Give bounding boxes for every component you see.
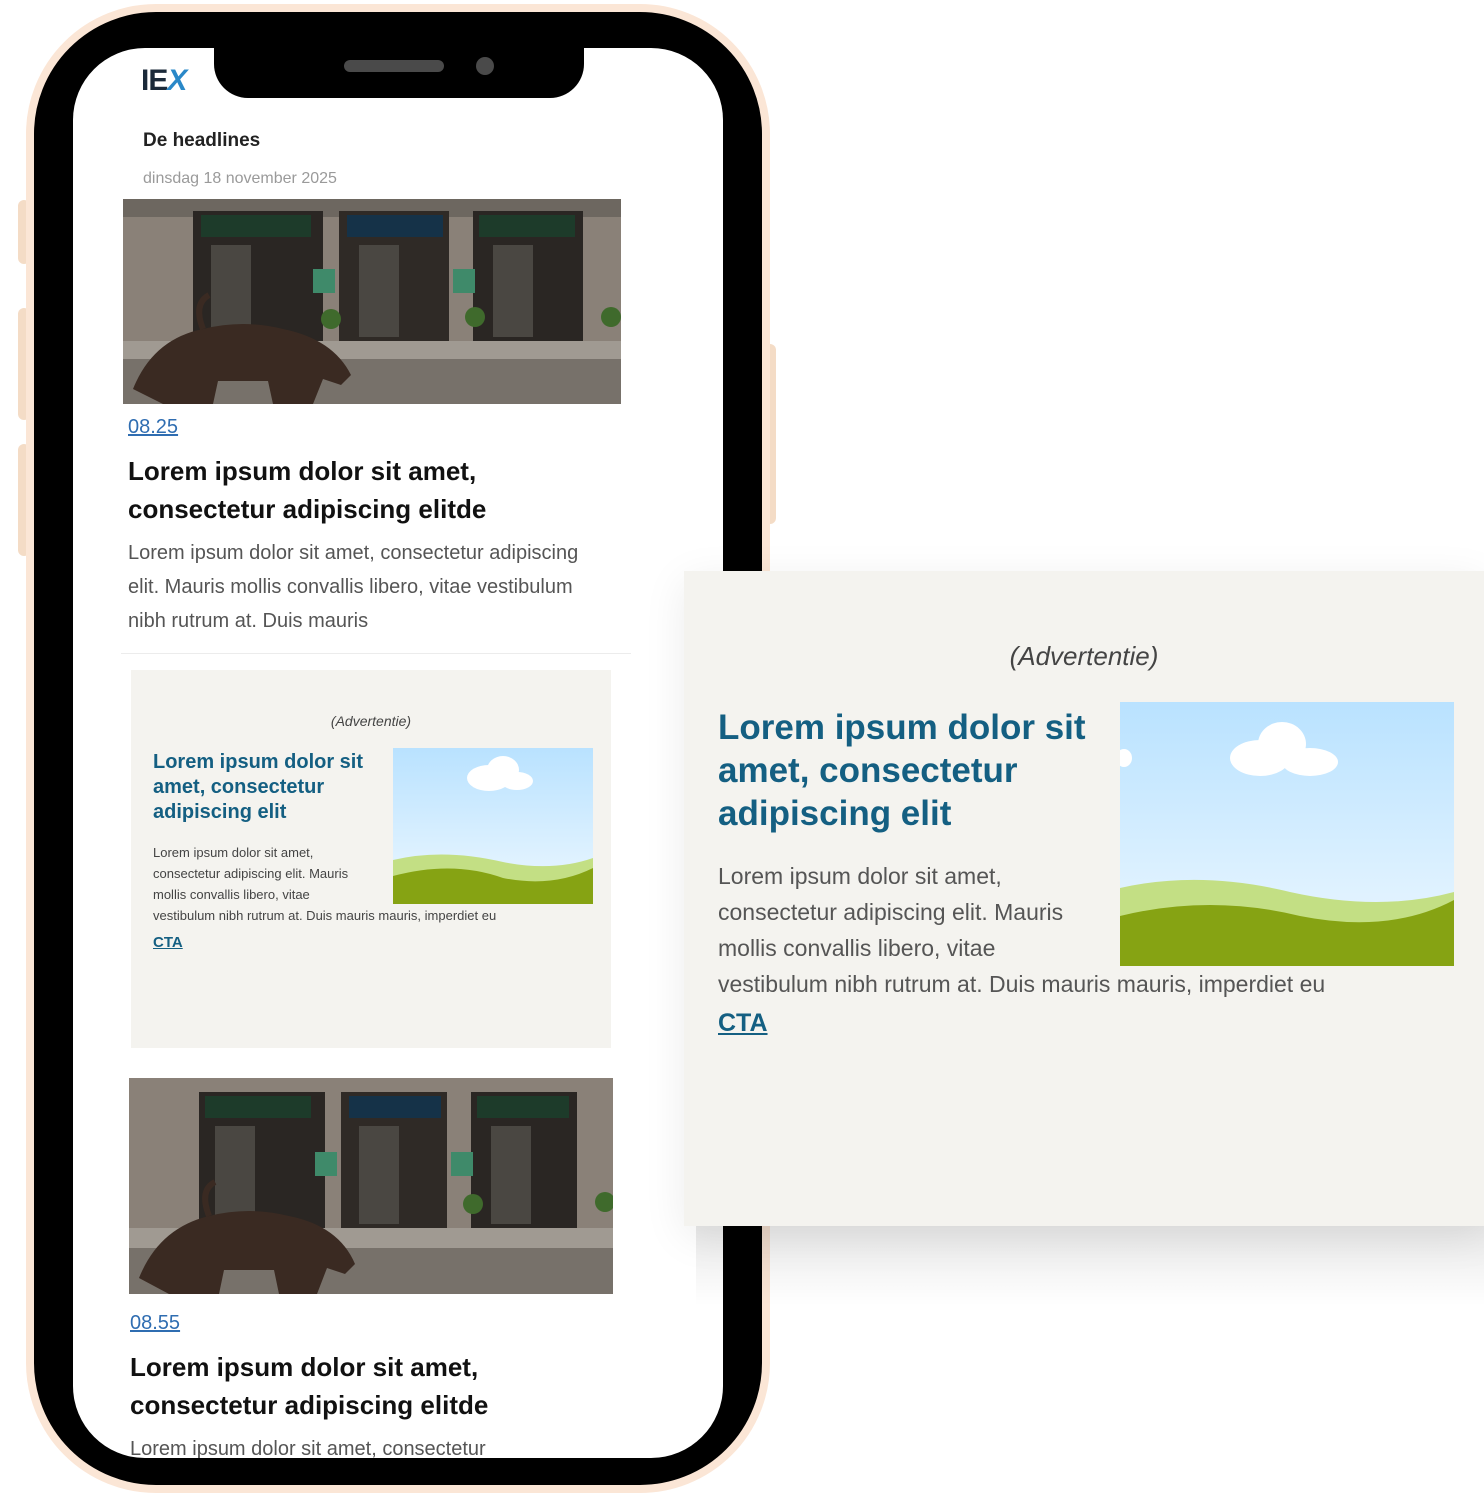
article-excerpt: Lorem ipsum dolor sit amet, consectetur [130, 1438, 486, 1458]
ad-label: (Advertentie) [330, 713, 412, 729]
iex-logo[interactable]: IEX [141, 64, 187, 98]
ad-title[interactable]: Lorem ipsum dolor sit amet, consectetur … [718, 706, 1108, 835]
article-excerpt: Lorem ipsum dolor sit amet, consectetur … [128, 542, 579, 632]
ad-landscape-image[interactable] [393, 748, 593, 904]
ad-shadow [696, 1226, 1484, 1306]
phone-notch [214, 40, 584, 98]
ad-cta-link[interactable]: CTA [153, 934, 183, 951]
ad-label: (Advertentie) [1009, 641, 1159, 671]
front-camera [476, 57, 494, 75]
speaker-grille [344, 60, 444, 72]
article-image[interactable] [129, 1078, 613, 1294]
ad-title[interactable]: Lorem ipsum dolor sit amet, consectetur … [153, 750, 385, 825]
article-title[interactable]: Lorem ipsum dolor sit amet, consectetur … [128, 452, 628, 528]
ad-body: Lorem ipsum dolor sit amet, consectetur … [718, 863, 1326, 997]
ad-cta-link[interactable]: CTA [718, 1009, 768, 1038]
divider [121, 653, 631, 654]
article-title[interactable]: Lorem ipsum dolor sit amet, consectetur … [130, 1348, 630, 1424]
phone-screen: IEX De headlines dinsdag 18 november 202… [73, 48, 723, 1458]
ad-block-mini[interactable]: (Advertentie) Lorem ipsum dolor sit amet… [131, 670, 611, 1048]
article-time-link[interactable]: 08.55 [130, 1312, 180, 1335]
article-image[interactable] [123, 199, 621, 404]
article-time-link[interactable]: 08.25 [128, 416, 178, 439]
ad-block-zoomed[interactable]: (Advertentie) Lorem ipsum dolor sit amet… [684, 571, 1484, 1226]
section-title: De headlines [143, 130, 261, 151]
date-label: dinsdag 18 november 2025 [143, 170, 337, 187]
